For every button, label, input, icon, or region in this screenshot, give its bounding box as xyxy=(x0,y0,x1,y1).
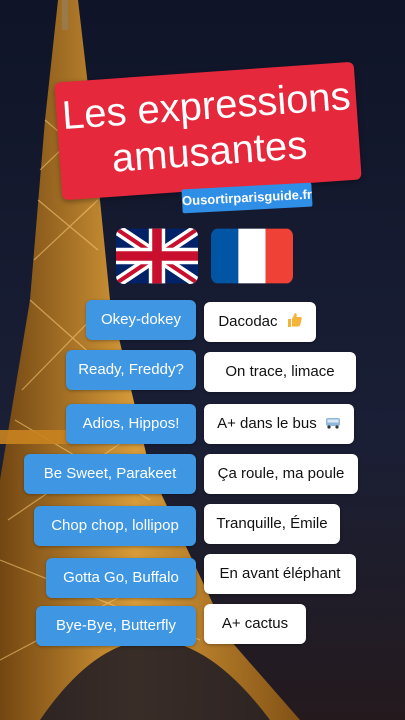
thumbs-up-icon xyxy=(286,304,302,327)
english-expression: Okey-dokey xyxy=(86,300,196,340)
french-expression: A+ dans le bus xyxy=(204,404,354,444)
french-expression: Tranquille, Émile xyxy=(204,504,340,544)
english-expression: Chop chop, lollipop xyxy=(34,506,196,546)
french-expression-text: Dacodac xyxy=(218,313,278,330)
french-expression: On trace, limace xyxy=(204,352,356,392)
french-expression: Dacodac xyxy=(204,302,316,342)
english-expression: Adios, Hippos! xyxy=(66,404,196,444)
english-expression: Ready, Freddy? xyxy=(66,350,196,390)
france-flag-icon xyxy=(211,228,293,284)
french-expression: A+ cactus xyxy=(204,604,306,644)
uk-flag-icon xyxy=(116,228,198,284)
french-expression: En avant éléphant xyxy=(204,554,356,594)
french-expression-text: A+ dans le bus xyxy=(217,415,317,432)
title-banner: Les expressions amusantes xyxy=(54,61,362,201)
english-expression: Gotta Go, Buffalo xyxy=(46,558,196,598)
english-expression: Be Sweet, Parakeet xyxy=(24,454,196,494)
english-expression: Bye-Bye, Butterfly xyxy=(36,606,196,646)
bus-icon xyxy=(325,405,341,429)
french-expression: Ça roule, ma poule xyxy=(204,454,358,494)
